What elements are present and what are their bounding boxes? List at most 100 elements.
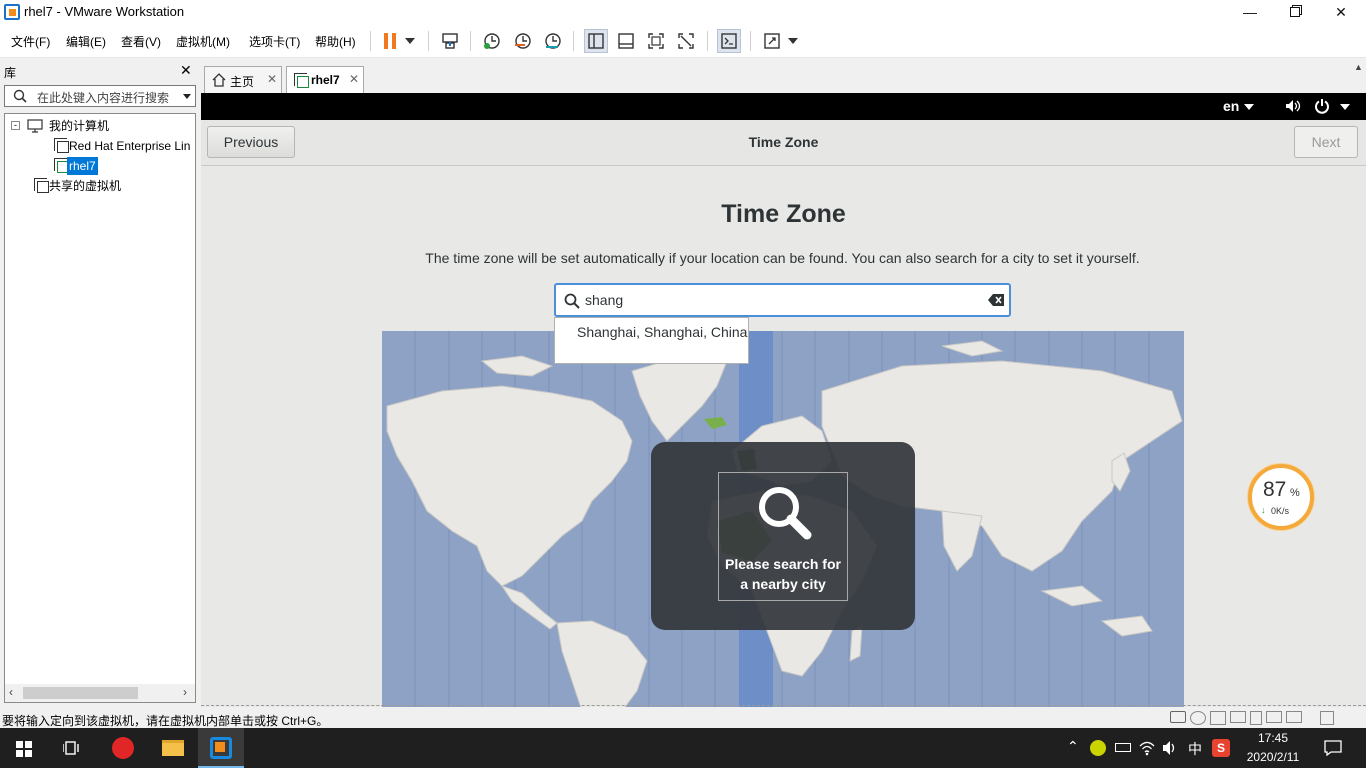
search-icon bbox=[564, 293, 580, 309]
city-search-value: shang bbox=[585, 292, 624, 308]
tab-scroll-up-icon[interactable]: ▲ bbox=[1354, 62, 1363, 72]
maximize-button[interactable] bbox=[1272, 0, 1318, 24]
minimize-button[interactable]: — bbox=[1227, 0, 1273, 24]
tree-horizontal-scrollbar[interactable]: ‹ › bbox=[5, 684, 195, 702]
volume-icon[interactable] bbox=[1285, 99, 1301, 113]
tab-home[interactable]: 主页 ✕ bbox=[204, 66, 282, 93]
search-dropdown-chevron-icon[interactable] bbox=[183, 94, 191, 99]
send-ctrl-alt-del-icon[interactable] bbox=[438, 29, 462, 53]
snapshot-icon[interactable] bbox=[480, 29, 504, 53]
network-speed-widget[interactable]: 87 % ↓ 0K/s bbox=[1248, 464, 1314, 530]
message-log-icon[interactable] bbox=[1320, 711, 1334, 725]
tab-rhel7-close-icon[interactable]: ✕ bbox=[349, 72, 359, 86]
sound-card-icon[interactable] bbox=[1266, 711, 1282, 723]
taskbar-vmware[interactable] bbox=[198, 728, 244, 768]
tab-home-close-icon[interactable]: ✕ bbox=[267, 72, 277, 86]
scroll-left-icon[interactable]: ‹ bbox=[9, 685, 13, 699]
power-icon[interactable] bbox=[1314, 98, 1330, 114]
home-icon bbox=[212, 73, 226, 87]
page-description: The time zone will be set automatically … bbox=[425, 250, 1140, 266]
overlay-text-line1: Please search for bbox=[725, 556, 841, 572]
display-icon[interactable] bbox=[1286, 711, 1302, 723]
library-title: 库 bbox=[4, 66, 17, 80]
search-icon bbox=[13, 89, 27, 103]
tree-label-vm-redhat: Red Hat Enterprise Lin bbox=[69, 139, 191, 153]
clock-time[interactable]: 17:45 bbox=[1240, 731, 1306, 745]
power-dropdown-chevron-icon[interactable] bbox=[400, 29, 420, 53]
status-hint: 要将输入定向到该虚拟机，请在虚拟机内部单击或按 Ctrl+G。 bbox=[2, 714, 329, 728]
windows-logo-icon bbox=[16, 741, 32, 757]
menu-view[interactable]: 查看(V) bbox=[121, 33, 161, 50]
close-window-button[interactable]: ✕ bbox=[1318, 0, 1364, 24]
restore-icon bbox=[1290, 7, 1300, 17]
collapse-icon[interactable]: - bbox=[11, 121, 20, 130]
netease-music-icon bbox=[112, 737, 134, 759]
city-search-input[interactable]: shang bbox=[554, 283, 1011, 317]
taskbar-netease-music[interactable] bbox=[100, 728, 146, 768]
menu-vm[interactable]: 虚拟机(M) bbox=[176, 33, 230, 50]
vmware-icon-inner bbox=[215, 742, 225, 752]
city-suggestion-popup: Shanghai, Shanghai, China bbox=[554, 317, 749, 364]
tree-item-vm-redhat[interactable]: Red Hat Enterprise Lin bbox=[49, 137, 195, 155]
search-prompt-overlay: Please search for a nearby city bbox=[651, 442, 915, 630]
console-view-icon[interactable] bbox=[717, 29, 741, 53]
window-title: rhel7 - VMware Workstation bbox=[24, 4, 185, 19]
stretch-guest-icon[interactable] bbox=[760, 29, 784, 53]
page-heading: Time Zone bbox=[721, 200, 846, 228]
stretch-dropdown-chevron-icon[interactable] bbox=[784, 29, 802, 53]
folder-icon bbox=[162, 740, 184, 756]
city-suggestion-item[interactable]: Shanghai, Shanghai, China bbox=[577, 324, 747, 340]
vm-console[interactable]: en Previous Time Zone Next Time Zone The… bbox=[201, 93, 1366, 707]
tray-app-icon[interactable] bbox=[1090, 740, 1106, 756]
clock-date[interactable]: 2020/2/11 bbox=[1240, 750, 1306, 764]
language-indicator[interactable]: en bbox=[1223, 98, 1239, 114]
hard-disk-icon[interactable] bbox=[1170, 711, 1186, 723]
language-chevron-icon[interactable] bbox=[1244, 104, 1254, 110]
task-view-button[interactable] bbox=[48, 728, 96, 768]
printer-icon[interactable] bbox=[1230, 711, 1246, 723]
unity-mode-icon[interactable] bbox=[674, 29, 698, 53]
tab-rhel7[interactable]: rhel7 ✕ bbox=[286, 66, 364, 93]
cd-dvd-icon[interactable] bbox=[1190, 711, 1206, 725]
library-search-input[interactable]: 在此处键入内容进行搜索 bbox=[4, 85, 196, 107]
start-button[interactable] bbox=[0, 728, 48, 768]
library-panel: 库 ✕ 在此处键入内容进行搜索 - 我的计算机 Red Hat Enterpri… bbox=[0, 58, 200, 708]
tree-label-shared-vms: 共享的虚拟机 bbox=[49, 179, 122, 193]
windows-taskbar: ⌃ 中 S 17:45 2020/2/11 bbox=[0, 728, 1366, 768]
input-method-indicator[interactable]: 中 bbox=[1188, 739, 1202, 759]
installer-header: Previous Time Zone Next bbox=[201, 120, 1366, 166]
menu-tabs[interactable]: 选项卡(T) bbox=[249, 33, 300, 50]
network-speed: 0K/s bbox=[1271, 506, 1290, 516]
search-prompt-frame: Please search for a nearby city bbox=[718, 472, 848, 601]
scroll-right-icon[interactable]: › bbox=[183, 685, 187, 699]
scroll-thumb[interactable] bbox=[23, 687, 138, 699]
vmware-logo-icon bbox=[4, 4, 20, 20]
vm-bottom-edge bbox=[201, 705, 1366, 707]
library-toggle-icon[interactable] bbox=[584, 29, 608, 53]
computer-icon bbox=[27, 119, 43, 133]
show-hidden-icons-chevron[interactable]: ⌃ bbox=[1067, 738, 1079, 755]
tab-home-label: 主页 bbox=[230, 75, 255, 89]
sogou-ime-icon[interactable]: S bbox=[1212, 739, 1230, 757]
taskbar-file-explorer[interactable] bbox=[150, 728, 196, 768]
menu-edit[interactable]: 编辑(E) bbox=[66, 33, 106, 50]
volume-icon[interactable] bbox=[1162, 740, 1178, 756]
power-chevron-icon[interactable] bbox=[1340, 104, 1350, 110]
usb-icon[interactable] bbox=[1250, 711, 1262, 725]
network-adapter-icon[interactable] bbox=[1210, 711, 1226, 725]
pause-icon[interactable] bbox=[378, 29, 402, 53]
menu-file[interactable]: 文件(F) bbox=[11, 33, 50, 50]
revert-snapshot-icon[interactable] bbox=[511, 29, 535, 53]
thumbnail-bar-icon[interactable] bbox=[614, 29, 638, 53]
library-close-icon[interactable]: ✕ bbox=[180, 62, 192, 79]
full-screen-icon[interactable] bbox=[644, 29, 668, 53]
battery-icon[interactable] bbox=[1115, 743, 1131, 752]
action-center-icon[interactable] bbox=[1324, 740, 1342, 756]
menu-help[interactable]: 帮助(H) bbox=[315, 33, 356, 50]
wifi-icon[interactable] bbox=[1139, 740, 1155, 756]
next-button[interactable]: Next bbox=[1294, 126, 1358, 158]
device-icons bbox=[1170, 711, 1334, 725]
clear-text-icon[interactable] bbox=[988, 294, 1004, 306]
header-title: Time Zone bbox=[748, 134, 819, 150]
snapshot-manager-icon[interactable] bbox=[541, 29, 565, 53]
